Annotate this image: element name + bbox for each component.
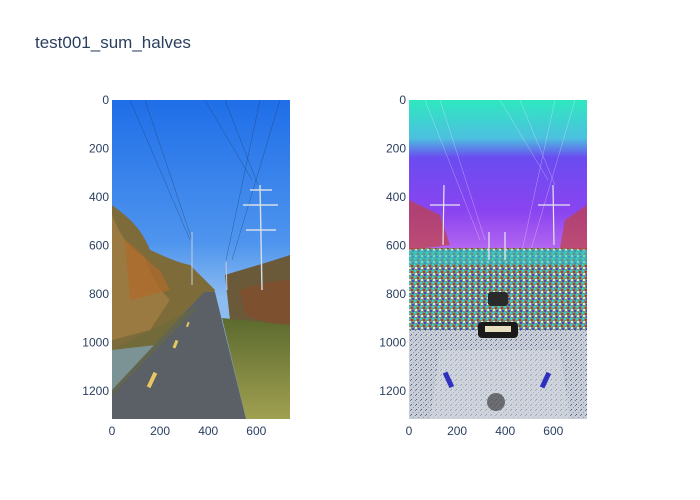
right-x-tick-label: 200	[447, 424, 467, 438]
right-y-tick-label: 1000	[379, 335, 406, 349]
figure: test001_sum_halves 0 200 400 600 0 200 4…	[0, 0, 700, 500]
right-y-tick-label: 800	[386, 287, 406, 301]
left-y-tick-label: 800	[89, 287, 109, 301]
left-y-tick-label: 600	[89, 238, 109, 252]
right-x-tick-label: 400	[495, 424, 515, 438]
right-image	[409, 100, 587, 419]
left-x-tick-label: 400	[198, 424, 218, 438]
left-x-tick-label: 0	[109, 424, 116, 438]
left-x-tick-label: 600	[246, 424, 266, 438]
left-y-tick-label: 200	[89, 141, 109, 155]
right-y-tick-label: 600	[386, 238, 406, 252]
right-y-tick-label: 400	[386, 190, 406, 204]
right-y-tick-label: 0	[399, 93, 406, 107]
right-y-tick-label: 1200	[379, 384, 406, 398]
left-y-tick-label: 1200	[82, 384, 109, 398]
left-y-tick-label: 1000	[82, 335, 109, 349]
chart-canvas: 0 200 400 600 0 200 400 600 800 1000 1200 0 200 400 60…	[82, 93, 587, 438]
left-y-tick-label: 0	[102, 93, 109, 107]
left-x-tick-label: 200	[150, 424, 170, 438]
right-x-tick-label: 0	[406, 424, 413, 438]
left-image	[112, 100, 290, 419]
right-x-tick-label: 600	[543, 424, 563, 438]
left-y-tick-label: 400	[89, 190, 109, 204]
right-y-tick-label: 200	[386, 141, 406, 155]
